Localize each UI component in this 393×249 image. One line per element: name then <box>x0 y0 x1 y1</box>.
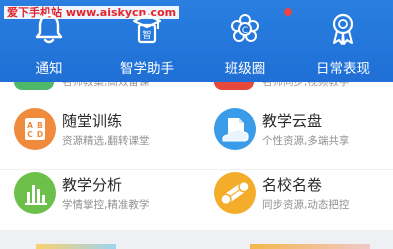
card-subtitle-cloud-drive: 个性资源,多端共享 <box>262 135 350 147</box>
card-title-cloud-drive: 教学云盘 <box>262 112 323 130</box>
nav-label-daily-performance: 日常表现 <box>316 61 370 77</box>
card-title-teaching-analysis: 教学分析 <box>62 176 123 194</box>
svg-text:C: C <box>27 130 33 139</box>
nav-item-learning-assistant[interactable]: 智 智学助手 <box>98 0 196 82</box>
notification-dot <box>284 8 292 16</box>
bottom-banner-right[interactable] <box>250 244 370 249</box>
nav-item-daily-performance[interactable]: 日常表现 <box>294 0 392 82</box>
feature-grid: 名师教案,高效备课 名师同步,视频教学 A B C D 随堂训练 资源精选,翻转… <box>0 82 393 230</box>
assistant-icon-text: 智 <box>142 29 151 41</box>
nav-label-class-circle: 班级圈 <box>224 61 266 77</box>
graduation-cap-icon: 智 <box>132 13 162 44</box>
award-ribbon-icon <box>332 13 354 45</box>
card-subtitle-teaching-analysis: 学情掌控,精准教学 <box>62 199 150 211</box>
bar-chart-icon <box>14 172 56 214</box>
top-navigation-bar: 爱下手机站 www.aiskycn.com 通知 智 智学助手 C 班级圈 日常… <box>0 0 393 82</box>
nav-label-learning-assistant: 智学助手 <box>120 61 174 77</box>
nav-item-notice[interactable]: 通知 <box>0 0 98 82</box>
class-circle-icon-text: C <box>242 26 248 36</box>
feature-card-famous-papers[interactable]: 名校名卷 同步资源,动态把控 <box>214 172 393 222</box>
card-title-class-training: 随堂训练 <box>62 112 123 130</box>
nav-item-class-circle[interactable]: C 班级圈 <box>196 0 294 82</box>
feature-card-cloud-drive[interactable]: 教学云盘 个性资源,多端共享 <box>214 108 393 158</box>
svg-text:B: B <box>37 121 43 130</box>
feature-card-class-training[interactable]: A B C D 随堂训练 资源精选,翻转课堂 <box>14 108 204 158</box>
nav-label-notice: 通知 <box>35 61 63 77</box>
scroll-icon <box>214 172 256 214</box>
previous-item-icon-left <box>14 82 54 90</box>
feature-card-teaching-analysis[interactable]: 教学分析 学情掌控,精准教学 <box>14 172 204 222</box>
row-divider <box>0 169 393 170</box>
cloud-document-icon <box>214 108 256 150</box>
class-circle-icon: C <box>231 14 259 42</box>
svg-text:D: D <box>37 130 43 139</box>
previous-item-subtitle-right: 名师同步,视频教学 <box>262 82 350 88</box>
abcd-cards-icon: A B C D <box>14 108 56 150</box>
previous-item-icon-right <box>214 82 254 90</box>
card-subtitle-class-training: 资源精选,翻转课堂 <box>62 135 150 147</box>
card-title-famous-papers: 名校名卷 <box>262 176 323 194</box>
card-subtitle-famous-papers: 同步资源,动态把控 <box>262 199 350 211</box>
bell-icon <box>35 13 63 44</box>
svg-text:A: A <box>27 121 33 130</box>
previous-item-subtitle-left: 名师教案,高效备课 <box>62 82 150 88</box>
bottom-banner-left[interactable] <box>36 244 116 249</box>
